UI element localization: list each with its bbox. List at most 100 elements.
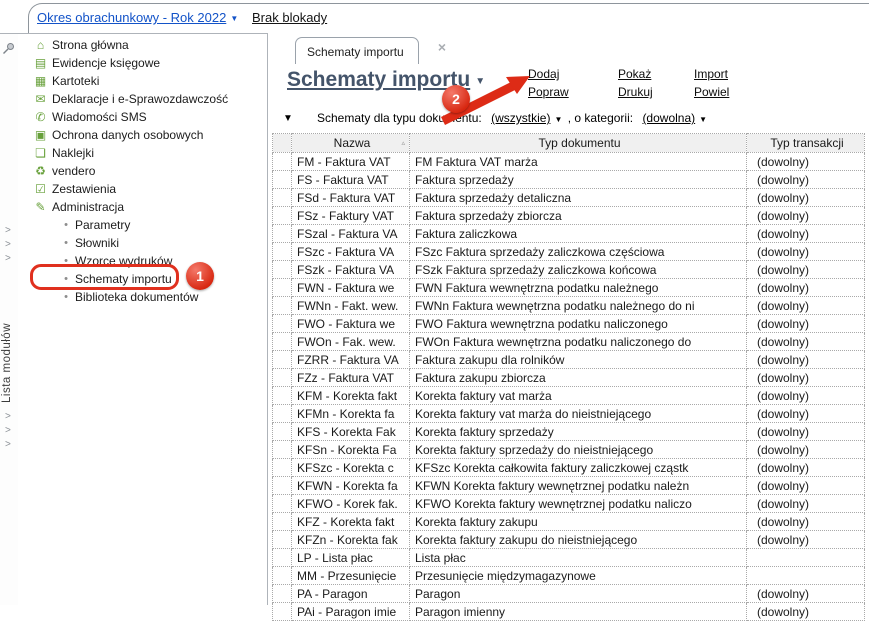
name-cell: FSd - Faktura VAT [291,188,410,207]
table-row[interactable]: KFZn - Korekta fak Korekta faktury zakup… [272,530,865,549]
sidebar-item-schematy-importu[interactable]: • Schematy importu [18,270,267,288]
accounting-period-dropdown[interactable]: Okres obrachunkowy - Rok 2022 ▼ [37,10,238,25]
table-row[interactable]: KFWO - Korek fak. KFWO Korekta faktury w… [272,494,865,513]
doc-type-cell: Faktura sprzedaży zbiorcza [409,206,747,225]
doc-type-filter-dropdown[interactable]: (wszystkie) [491,111,550,125]
row-selector-cell [272,224,292,243]
sidebar-item-administracja[interactable]: ✎ Administracja [18,198,267,216]
sidebar-item-wiadomosci-sms[interactable]: ✆ Wiadomości SMS [18,108,267,126]
table-row[interactable]: FSz - Faktury VAT Faktura sprzedaży zbio… [272,206,865,225]
name-column-header[interactable]: Nazwa ▵ [291,133,410,153]
trans-type-column-header[interactable]: Typ transakcji [746,133,865,153]
bullet-icon: • [64,291,68,303]
table-row[interactable]: FWOn - Fak. wew. FWOn Faktura wewnętrzna… [272,332,865,351]
table-row[interactable]: PAi - Paragon imie Paragon imienny (dowo… [272,602,865,621]
table-row[interactable]: FWO - Faktura we FWO Faktura wewnętrzna … [272,314,865,333]
sidebar-item-strona-glowna[interactable]: ⌂ Strona główna [18,36,267,54]
trans-type-cell: (dowolny) [746,404,865,423]
row-selector-cell [272,458,292,477]
collapse-chevron-icon[interactable]: > [5,440,11,450]
sidebar: ⌂ Strona główna ▤ Ewidencje księgowe ▦ K… [18,33,268,605]
tab-label: Schematy importu [307,45,404,59]
sidebar-item-naklejki[interactable]: ❏ Naklejki [18,144,267,162]
name-cell: KFMn - Korekta fa [291,404,410,423]
administration-icon: ✎ [35,200,46,214]
selector-column-header[interactable] [272,133,292,153]
table-row[interactable]: PA - Paragon Paragon (dowolny) [272,584,865,603]
filter-dropdown-icon[interactable]: ▼ [283,113,293,124]
doc-type-cell: Korekta faktury sprzedaży do nieistnieją… [409,440,747,459]
doc-type-column-header[interactable]: Typ dokumentu [409,133,747,153]
show-link[interactable]: Pokaż [618,67,651,81]
table-row[interactable]: KFS - Korekta Fak Korekta faktury sprzed… [272,422,865,441]
doc-type-cell: FWOn Faktura wewnętrzna podatku naliczon… [409,332,747,351]
sidebar-item-label: Strona główna [52,38,129,52]
doc-type-cell: Faktura sprzedaży detaliczna [409,188,747,207]
table-row[interactable]: LP - Lista płac Lista płac [272,548,865,567]
tab-schematy-importu[interactable]: Schematy importu × [295,37,446,64]
sidebar-item-kartoteki[interactable]: ▦ Kartoteki [18,72,267,90]
table-row[interactable]: KFZ - Korekta fakt Korekta faktury zakup… [272,512,865,531]
table-row[interactable]: FSzk - Faktura VA FSzk Faktura sprzedaży… [272,260,865,279]
lock-status-link[interactable]: Brak blokady [252,10,327,25]
add-link[interactable]: Dodaj [528,67,559,81]
doc-type-cell: FWO Faktura wewnętrzna podatku naliczone… [409,314,747,333]
table-row[interactable]: KFM - Korekta fakt Korekta faktury vat m… [272,386,865,405]
table-row[interactable]: KFMn - Korekta fa Korekta faktury vat ma… [272,404,865,423]
tab-close-icon[interactable]: × [438,39,446,55]
table-row[interactable]: FSzc - Faktura VA FSzc Faktura sprzedaży… [272,242,865,261]
import-link[interactable]: Import [694,67,728,81]
edit-link[interactable]: Popraw [528,85,569,99]
caret-down-icon: ▼ [230,14,239,23]
trans-type-cell: (dowolny) [746,530,865,549]
sidebar-item-slowniki[interactable]: • Słowniki [18,234,267,252]
sidebar-item-label: vendero [52,164,96,178]
sidebar-item-vendero[interactable]: ♻ vendero [18,162,267,180]
trans-type-cell: (dowolny) [746,350,865,369]
table-row[interactable]: MM - Przesunięcie Przesunięcie międzymag… [272,566,865,585]
name-cell: FZz - Faktura VAT [291,368,410,387]
sidebar-item-wzorce-wydrukow[interactable]: • Wzorce wydruków [18,252,267,270]
category-filter-dropdown[interactable]: (dowolna) [642,111,695,125]
table-row[interactable]: FSzal - Faktura VA Faktura zaliczkowa (d… [272,224,865,243]
filter-prefix-label: Schematy dla typu dokumentu: [317,111,482,125]
sidebar-item-zestawienia[interactable]: ☑ Zestawienia [18,180,267,198]
row-selector-cell [272,170,292,189]
trans-type-cell: (dowolny) [746,422,865,441]
table-row[interactable]: FM - Faktura VAT FM Faktura VAT marża (d… [272,152,865,171]
table-row[interactable]: FZRR - Faktura VA Faktura zakupu dla rol… [272,350,865,369]
sidebar-item-deklaracje-i-e-sprawozdawczosc[interactable]: ✉ Deklaracje i e-Sprawozdawczość [18,90,267,108]
collapse-chevron-icon[interactable]: > [5,426,11,436]
trans-type-cell: (dowolny) [746,206,865,225]
sidebar-item-biblioteka-dokumentow[interactable]: • Biblioteka dokumentów [18,288,267,306]
page-title-menu[interactable]: Schematy importu ▼ [287,68,485,92]
table-row[interactable]: KFSn - Korekta Fa Korekta faktury sprzed… [272,440,865,459]
sidebar-item-ewidencje-ksiegowe[interactable]: ▤ Ewidencje księgowe [18,54,267,72]
table-row[interactable]: KFSzc - Korekta c KFSzc Korekta całkowit… [272,458,865,477]
table-row[interactable]: FS - Faktura VAT Faktura sprzedaży (dowo… [272,170,865,189]
row-selector-cell [272,494,292,513]
collapse-chevron-icon[interactable]: > [5,412,11,422]
trans-type-cell: (dowolny) [746,242,865,261]
sidebar-item-parametry[interactable]: • Parametry [18,216,267,234]
collapse-chevron-icon[interactable]: > [5,254,11,264]
home-icon: ⌂ [36,38,45,52]
table-row[interactable]: KFWN - Korekta fa KFWN Korekta faktury w… [272,476,865,495]
row-selector-cell [272,296,292,315]
sidebar-item-ochrona-danych-osobowych[interactable]: ▣ Ochrona danych osobowych [18,126,267,144]
app-window: { "colors":{"accent_red":"#e0301e","link… [0,0,869,621]
table-row[interactable]: FSd - Faktura VAT Faktura sprzedaży deta… [272,188,865,207]
table-row[interactable]: FZz - Faktura VAT Faktura zakupu zbiorcz… [272,368,865,387]
table-row[interactable]: FWN - Faktura we FWN Faktura wewnętrzna … [272,278,865,297]
print-link[interactable]: Drukuj [618,85,653,99]
row-selector-cell [272,278,292,297]
table-row[interactable]: FWNn - Fakt. wew. FWNn Faktura wewnętrzn… [272,296,865,315]
table-header-row: Nazwa ▵ Typ dokumentu Typ transakcji [272,133,865,153]
collapse-chevron-icon[interactable]: > [5,240,11,250]
pin-icon[interactable] [2,42,15,60]
doc-type-cell: KFSzc Korekta całkowita faktury zaliczko… [409,458,747,477]
doc-type-cell: KFWN Korekta faktury wewnętrznej podatku… [409,476,747,495]
name-cell: FWOn - Fak. wew. [291,332,410,351]
duplicate-link[interactable]: Powiel [694,85,729,99]
collapse-chevron-icon[interactable]: > [5,226,11,236]
